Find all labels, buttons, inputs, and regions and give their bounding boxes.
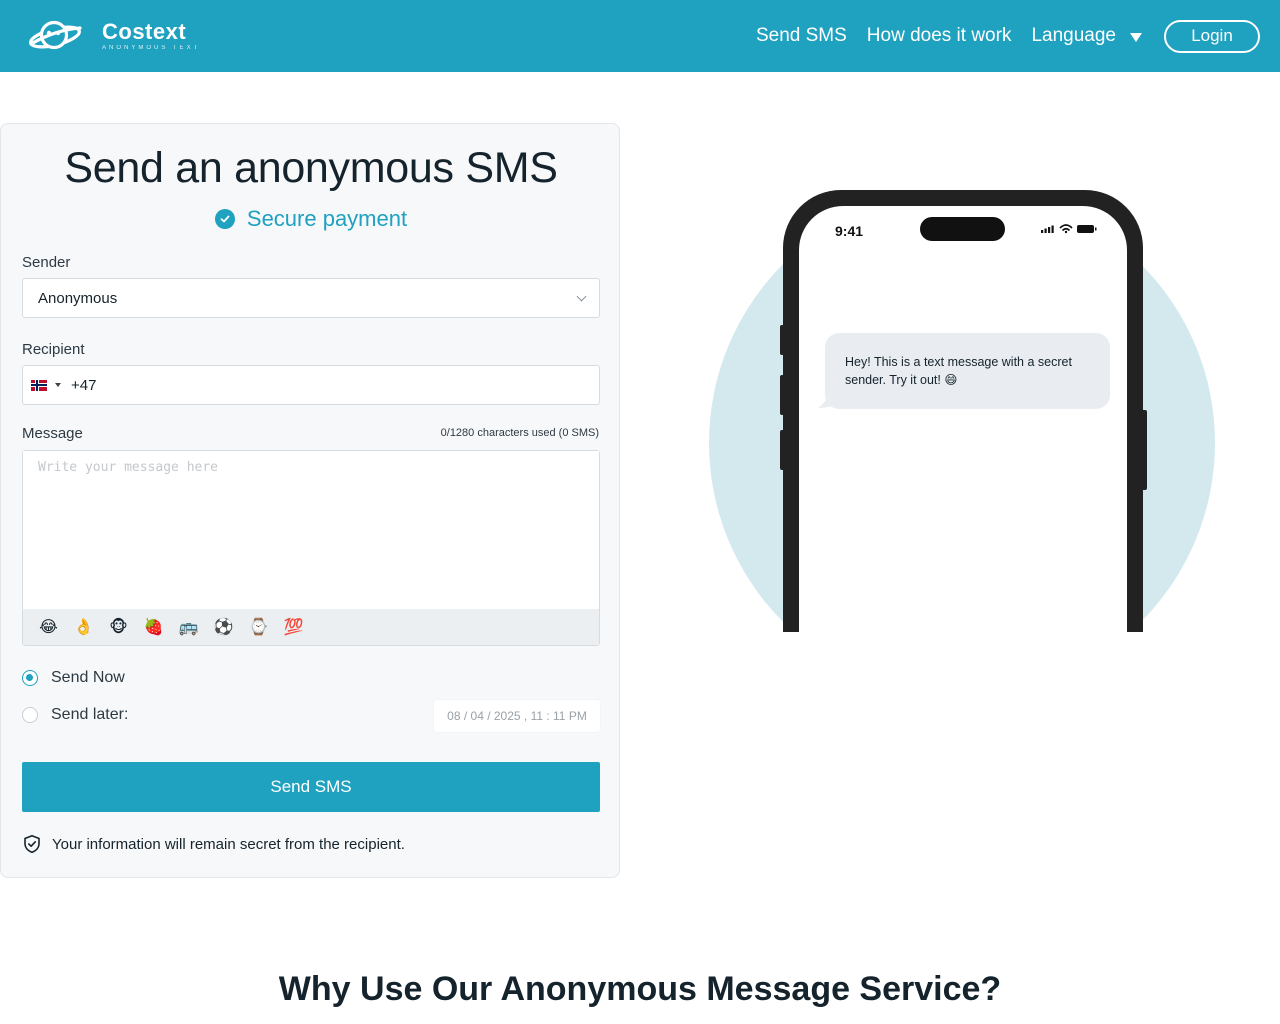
character-counter: 0/1280 characters used (0 SMS)	[440, 427, 599, 439]
nav-send-sms[interactable]: Send SMS	[756, 25, 847, 47]
shield-check-icon	[24, 835, 40, 853]
send-now-label: Send Now	[51, 669, 125, 686]
emoji-strawberry[interactable]: 🍓	[136, 617, 171, 637]
battery-icon	[1077, 225, 1094, 233]
message-textarea[interactable]	[23, 451, 599, 609]
main-nav: Send SMS How does it work Language Login	[756, 0, 1260, 72]
phone-screen	[799, 206, 1127, 632]
sender-value: Anonymous	[38, 289, 118, 307]
send-later-label: Send later:	[51, 706, 129, 723]
emoji-monkey[interactable]: 🐵	[101, 617, 136, 637]
top-header: Costext ANONYMOUS TEXT Send SMS How does…	[0, 0, 1280, 72]
send-later-radio[interactable]	[22, 707, 38, 723]
brand-name: Costext	[102, 19, 187, 44]
dynamic-island	[920, 217, 1005, 241]
country-caret-icon[interactable]	[55, 383, 61, 387]
nav-how-it-works[interactable]: How does it work	[867, 25, 1012, 47]
language-dropdown[interactable]: Language	[1031, 25, 1142, 47]
form-title: Send an anonymous SMS	[64, 144, 558, 192]
norway-flag-icon[interactable]	[31, 379, 47, 391]
emoji-ok-hand[interactable]: 👌	[66, 617, 101, 637]
brand-tagline: ANONYMOUS TEXT	[102, 45, 201, 51]
privacy-note: Your information will remain secret from…	[22, 834, 405, 854]
recipient-label: Recipient	[22, 341, 85, 358]
caret-down-icon	[1130, 32, 1142, 42]
sender-label: Sender	[22, 254, 71, 271]
message-box: 😂 👌 🐵 🍓 🚌 ⚽ ⌚ 💯	[22, 450, 600, 646]
emoji-laughing[interactable]: 😂	[31, 617, 66, 637]
why-section-heading: Why Use Our Anonymous Message Service?	[278, 970, 1002, 1008]
sms-form-card: Send an anonymous SMS Secure payment Sen…	[0, 123, 620, 878]
privacy-note-text: Your information will remain secret from…	[52, 835, 405, 853]
login-button[interactable]: Login	[1164, 19, 1260, 53]
recipient-phone-input[interactable]: +47	[22, 365, 600, 405]
language-label: Language	[1031, 25, 1116, 46]
secure-payment-badge: Secure payment	[1, 206, 621, 232]
sender-select[interactable]: Anonymous	[22, 278, 600, 318]
send-sms-button[interactable]: Send SMS	[22, 762, 600, 812]
bubble-message-text: Hey! This is a text message with a secre…	[845, 355, 1072, 387]
brand-logo[interactable]: Costext ANONYMOUS TEXT	[28, 16, 208, 56]
emoji-soccer-ball[interactable]: ⚽	[206, 617, 241, 637]
schedule-datetime-input[interactable]: 08 / 04 / 2025 , 11 : 11 PM	[434, 700, 600, 732]
message-label: Message	[22, 425, 83, 442]
send-now-radio[interactable]	[22, 670, 38, 686]
check-circle-icon	[214, 209, 235, 229]
dial-code: +47	[71, 376, 97, 394]
send-later-option[interactable]: Send later:	[22, 706, 128, 724]
emoji-watch[interactable]: ⌚	[241, 617, 276, 637]
chevron-down-icon	[576, 291, 587, 302]
phone-illustration: 9:41 Hey! This is a text message with a …	[700, 180, 1230, 640]
planet-logo-icon	[29, 20, 82, 50]
emoji-bus[interactable]: 🚌	[171, 617, 206, 637]
phone-time: 9:41	[835, 223, 864, 239]
secure-payment-text: Secure payment	[246, 206, 408, 231]
send-now-option[interactable]: Send Now	[22, 669, 125, 687]
emoji-hundred[interactable]: 💯	[276, 617, 311, 637]
emoji-bar: 😂 👌 🐵 🍓 🚌 ⚽ ⌚ 💯	[23, 609, 599, 645]
